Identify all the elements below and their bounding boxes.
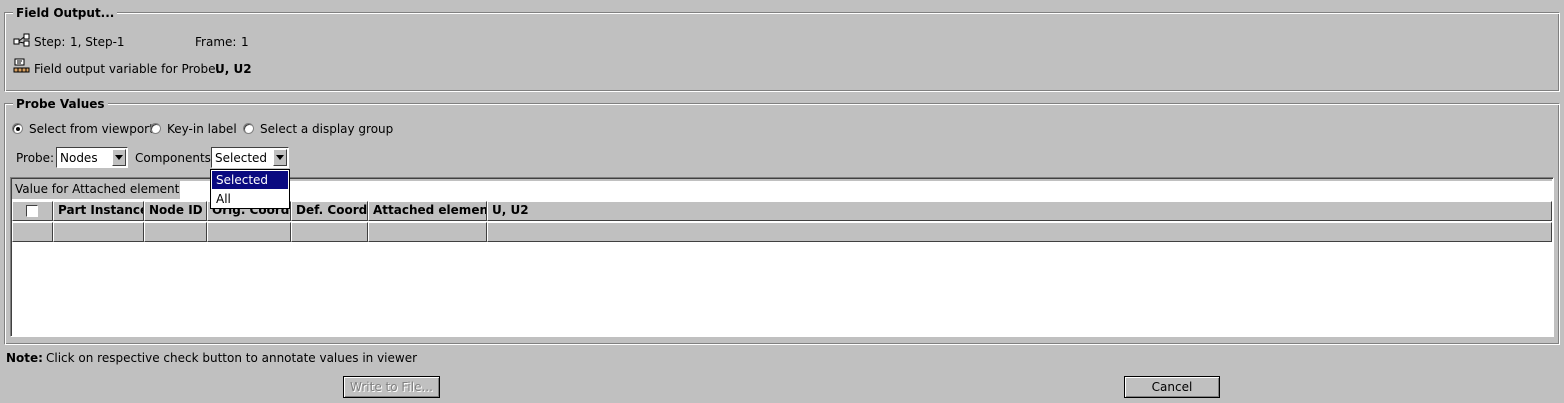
- probe-label: Probe:: [16, 151, 55, 165]
- dropdown-option-all[interactable]: All: [212, 190, 288, 208]
- radio-select-from-viewport[interactable]: [12, 123, 23, 134]
- radio-label-select-display-group[interactable]: Select a display group: [260, 122, 393, 136]
- column-header-def-coords[interactable]: Def. Coords: [291, 201, 368, 221]
- note-label: Note:: [6, 351, 43, 365]
- chevron-down-icon: [115, 155, 123, 160]
- step-icon: [13, 33, 30, 47]
- select-all-checkbox[interactable]: [26, 205, 38, 217]
- radio-select-display-group[interactable]: [243, 123, 254, 134]
- column-header-part-instance[interactable]: Part Instance: [53, 201, 144, 221]
- variable-label: Field output variable for Probe:: [34, 62, 220, 76]
- components-label: Components:: [135, 151, 215, 165]
- frame-label: Frame:: [195, 35, 237, 49]
- radio-label-key-in-label[interactable]: Key-in label: [167, 122, 237, 136]
- value-for-label: Value for Attached elements:: [15, 182, 190, 196]
- frame-value: 1: [241, 35, 249, 49]
- components-dropdown-list: Selected All: [210, 169, 290, 209]
- empty-row-cell: [207, 222, 291, 242]
- dropdown-option-selected[interactable]: Selected: [212, 171, 288, 189]
- note-text: Click on respective check button to anno…: [46, 351, 418, 365]
- components-select[interactable]: Selected: [211, 147, 289, 168]
- empty-row-cell: [144, 222, 207, 242]
- radio-label-select-from-viewport[interactable]: Select from viewport: [29, 122, 154, 136]
- column-header-u-u2[interactable]: U, U2: [487, 201, 1552, 221]
- empty-row-cell: [53, 222, 144, 242]
- probe-dropdown-button[interactable]: [112, 149, 126, 166]
- step-label: Step:: [34, 35, 66, 49]
- write-to-file-button[interactable]: Write to File...: [343, 376, 440, 398]
- variable-value: U, U2: [215, 62, 252, 76]
- probe-select[interactable]: Nodes: [56, 147, 128, 168]
- radio-key-in-label[interactable]: [150, 123, 161, 134]
- value-for-field[interactable]: [180, 181, 1552, 199]
- empty-row-cell: [368, 222, 487, 242]
- components-select-value: Selected: [215, 151, 268, 165]
- empty-row-cell: [487, 222, 1552, 242]
- column-header-attached-elements[interactable]: Attached elements: [368, 201, 487, 221]
- cancel-button[interactable]: Cancel: [1124, 376, 1220, 398]
- field-output-title: Field Output...: [13, 6, 118, 20]
- empty-row-cell: [12, 222, 53, 242]
- step-value: 1, Step-1: [70, 35, 125, 49]
- field-output-icon: [13, 58, 30, 73]
- chevron-down-icon: [276, 155, 284, 160]
- empty-row-cell: [291, 222, 368, 242]
- field-output-group: [4, 12, 1560, 92]
- components-dropdown-button[interactable]: [273, 149, 287, 166]
- probe-select-value: Nodes: [60, 151, 98, 165]
- column-header-node-id[interactable]: Node ID: [144, 201, 207, 221]
- probe-values-title: Probe Values: [13, 97, 108, 111]
